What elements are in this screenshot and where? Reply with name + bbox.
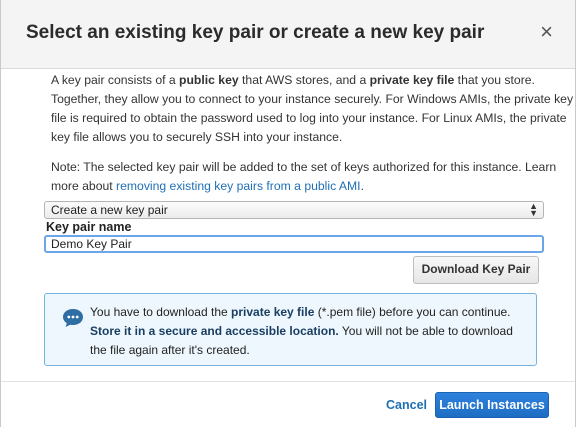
info-alert: You have to download the private key fil… — [44, 293, 537, 366]
updown-arrows-icon: ▲ ▼ — [529, 201, 538, 218]
note-end: . — [360, 179, 364, 193]
key-pair-description: A key pair consists of a public key that… — [26, 71, 576, 147]
info-private-key-file: private key file — [231, 305, 315, 319]
desc-public-key: public key — [179, 73, 239, 87]
info-text-2: (*.pem file) before you can continue. — [314, 305, 511, 319]
note-text: Note: The selected key pair will be adde… — [26, 158, 576, 196]
close-icon[interactable]: × — [540, 21, 553, 43]
chat-bubble-icon — [63, 309, 83, 327]
key-pair-select-value: Create a new key pair — [51, 203, 168, 217]
removing-key-pairs-link[interactable]: removing existing key pairs from a publi… — [116, 179, 361, 193]
dialog-header: Select an existing key pair or create a … — [1, 0, 575, 69]
cancel-button[interactable]: Cancel — [386, 398, 427, 412]
key-pair-name-input[interactable] — [44, 235, 544, 253]
key-pair-select[interactable]: Create a new key pair ▲ ▼ — [44, 201, 544, 219]
desc-private-key-file: private key file — [369, 73, 455, 87]
info-store-secure: Store it in a secure and accessible loca… — [90, 324, 339, 338]
desc-text-2: that AWS stores, and a — [238, 73, 370, 87]
download-key-pair-button[interactable]: Download Key Pair — [413, 256, 539, 284]
desc-text-1: A key pair consists of a — [51, 73, 180, 87]
info-message: You have to download the private key fil… — [90, 303, 528, 360]
info-text-1: You have to download the — [90, 305, 232, 319]
footer-divider — [1, 381, 575, 382]
dialog-title: Select an existing key pair or create a … — [26, 22, 485, 43]
key-pair-name-label: Key pair name — [46, 220, 132, 234]
key-pair-dialog: Select an existing key pair or create a … — [0, 0, 576, 427]
launch-instances-button[interactable]: Launch Instances — [435, 392, 549, 418]
